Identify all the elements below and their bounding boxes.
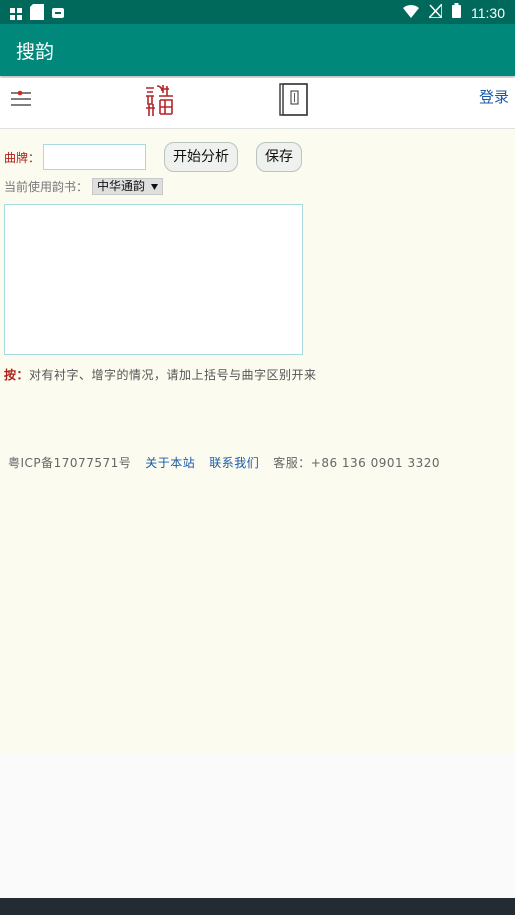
contact-link[interactable]: 联系我们 bbox=[209, 454, 259, 471]
message-icon bbox=[52, 5, 64, 24]
note-prefix: 按： bbox=[4, 368, 30, 382]
sd-card-icon bbox=[30, 4, 44, 24]
app-title: 搜韵 bbox=[16, 41, 55, 63]
qupai-input[interactable] bbox=[43, 144, 147, 170]
analysis-panel: 曲牌： 开始分析 保存 当前使用韵书： 中华通韵 按：对有衬字、增字的情况，请加… bbox=[0, 129, 515, 754]
battery-icon bbox=[452, 3, 461, 22]
notification-grid-icon bbox=[10, 5, 22, 24]
icp-number: 粤ICP备17077571号 bbox=[8, 456, 132, 470]
wifi-icon bbox=[403, 3, 419, 22]
rhyme-book-select[interactable]: 中华通韵 bbox=[92, 178, 164, 195]
menu-icon[interactable] bbox=[10, 88, 32, 110]
dropdown-arrow-icon bbox=[151, 179, 159, 194]
note-text: 对有衬字、增字的情况，请加上括号与曲字区别开来 bbox=[29, 368, 317, 382]
rhyme-book-label: 当前使用韵书： bbox=[4, 180, 89, 194]
about-link[interactable]: 关于本站 bbox=[145, 454, 195, 471]
site-navbar: 登录 bbox=[0, 78, 515, 129]
rhyme-book-selected: 中华通韵 bbox=[97, 179, 146, 193]
note: 按：对有衬字、增字的情况，请加上括号与曲字区别开来 bbox=[4, 366, 317, 383]
footer: 粤ICP备17077571号 关于本站 联系我们 客服：+86 136 0901… bbox=[8, 454, 440, 471]
navigation-bar bbox=[0, 898, 515, 915]
customer-service: 客服：+86 136 0901 3320 bbox=[273, 456, 441, 470]
login-link[interactable]: 登录 bbox=[479, 86, 509, 107]
analyze-button[interactable]: 开始分析 bbox=[164, 142, 238, 172]
seal-logo-icon bbox=[143, 82, 179, 118]
status-bar: 11:30 bbox=[0, 0, 515, 24]
no-signal-icon bbox=[427, 2, 443, 22]
app-bar: 搜韵 bbox=[0, 24, 515, 76]
book-icon[interactable] bbox=[278, 83, 310, 117]
clock: 11:30 bbox=[471, 4, 505, 21]
lyrics-textarea[interactable] bbox=[4, 204, 303, 355]
save-button[interactable]: 保存 bbox=[256, 142, 302, 172]
qupai-label: 曲牌： bbox=[4, 150, 41, 165]
